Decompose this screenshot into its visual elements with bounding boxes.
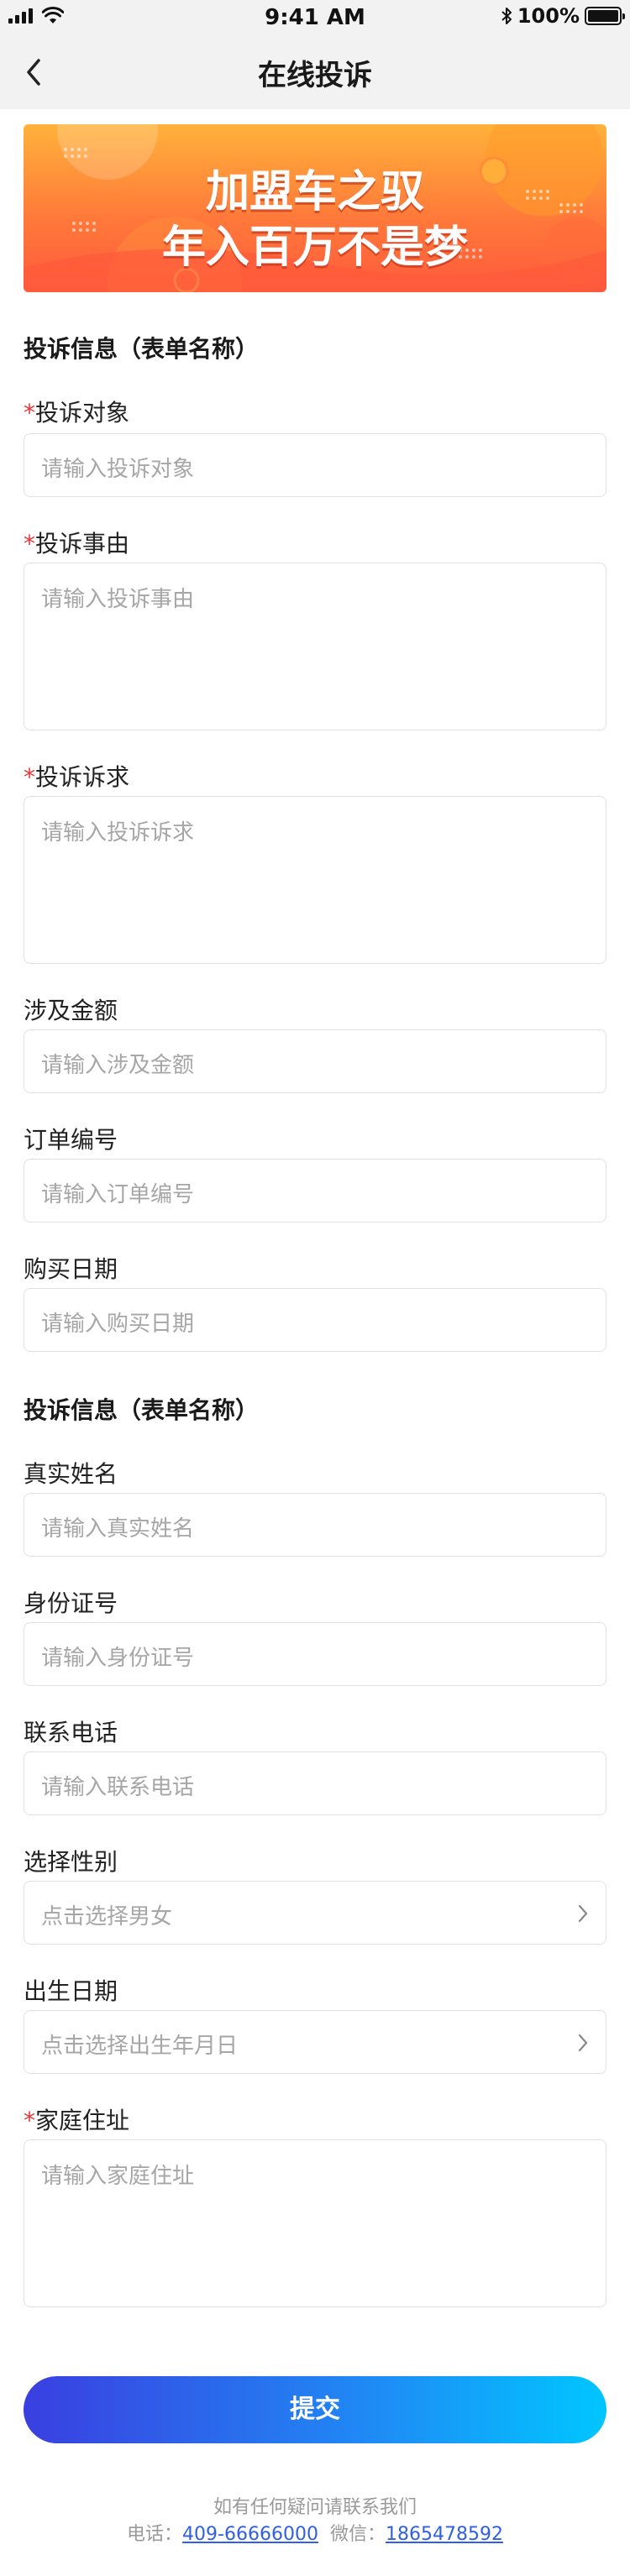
- gender-select[interactable]: 点击选择男女: [24, 1881, 606, 1945]
- purchase-date-label: 购买日期: [24, 1255, 118, 1283]
- required-mark: *: [24, 399, 35, 427]
- phone-placeholder: 请输入联系电话: [41, 1775, 195, 1800]
- section-title: 投诉信息（表单名称）: [24, 335, 260, 363]
- section-title: 投诉信息（表单名称）: [24, 1396, 260, 1424]
- gender-placeholder: 点击选择男女: [41, 1904, 173, 1929]
- reason-textarea[interactable]: 请输入投诉事由: [24, 563, 606, 730]
- promo-banner[interactable]: 加盟车之驭 年入百万不是梦: [24, 124, 606, 292]
- battery-icon: [585, 7, 625, 25]
- reason-label: *投诉事由: [24, 526, 129, 559]
- target-input[interactable]: 请输入投诉对象: [24, 433, 606, 497]
- wechat-label: 微信：: [329, 2524, 386, 2545]
- demand-label: *投诉诉求: [24, 759, 129, 793]
- address-textarea[interactable]: 请输入家庭住址: [24, 2139, 606, 2307]
- order-no-placeholder: 请输入订单编号: [41, 1182, 195, 1207]
- phone-label: 电话：: [127, 2524, 183, 2545]
- required-mark: *: [24, 763, 35, 791]
- nav-bar: 在线投诉: [0, 34, 630, 109]
- gender-label: 选择性别: [24, 1848, 118, 1876]
- required-mark: *: [24, 2107, 35, 2134]
- birth-date-placeholder: 点击选择出生年月日: [41, 2034, 239, 2059]
- id-no-input[interactable]: 请输入身份证号: [24, 1622, 606, 1686]
- phone-link[interactable]: 409-66666000: [182, 2524, 318, 2545]
- demand-placeholder: 请输入投诉诉求: [41, 820, 195, 846]
- birth-date-label: 出生日期: [24, 1977, 118, 2005]
- order-no-input[interactable]: 请输入订单编号: [24, 1159, 606, 1223]
- reason-label-text: 投诉事由: [35, 530, 130, 558]
- demand-label-text: 投诉诉求: [35, 763, 130, 791]
- footer-contact-info: 电话：409-66666000 微信：1865478592: [0, 2519, 630, 2546]
- demand-textarea[interactable]: 请输入投诉诉求: [24, 796, 606, 964]
- amount-input[interactable]: 请输入涉及金额: [24, 1029, 606, 1093]
- reason-placeholder: 请输入投诉事由: [41, 587, 195, 612]
- purchase-date-placeholder: 请输入购买日期: [41, 1312, 195, 1337]
- phone-input[interactable]: 请输入联系电话: [24, 1751, 606, 1815]
- id-no-label: 身份证号: [24, 1589, 118, 1617]
- phone-label: 联系电话: [24, 1719, 118, 1746]
- chevron-right-icon: [578, 1904, 588, 1923]
- amount-label: 涉及金额: [24, 997, 118, 1024]
- birth-date-select[interactable]: 点击选择出生年月日: [24, 2010, 606, 2074]
- wechat-link[interactable]: 1865478592: [386, 2524, 503, 2545]
- order-no-label: 订单编号: [24, 1126, 118, 1154]
- banner-headline: 加盟车之驭: [205, 166, 424, 217]
- battery-percent: 100%: [517, 4, 580, 28]
- purchase-date-input[interactable]: 请输入购买日期: [24, 1288, 606, 1352]
- required-mark: *: [24, 530, 35, 558]
- target-label: *投诉对象: [24, 395, 129, 428]
- address-placeholder: 请输入家庭住址: [41, 2164, 195, 2189]
- id-no-placeholder: 请输入身份证号: [41, 1646, 195, 1671]
- amount-placeholder: 请输入涉及金额: [41, 1053, 195, 1078]
- real-name-placeholder: 请输入真实姓名: [41, 1516, 195, 1542]
- target-placeholder: 请输入投诉对象: [41, 457, 195, 482]
- submit-button[interactable]: 提交: [24, 2376, 606, 2443]
- footer-contact-note: 如有任何疑问请联系我们: [213, 2497, 417, 2518]
- banner-subheadline: 年入百万不是梦: [161, 222, 468, 273]
- bluetooth-icon: [501, 8, 512, 24]
- real-name-label: 真实姓名: [24, 1460, 118, 1488]
- real-name-input[interactable]: 请输入真实姓名: [24, 1493, 606, 1557]
- chevron-right-icon: [578, 2034, 588, 2052]
- address-label-text: 家庭住址: [35, 2107, 130, 2134]
- page-title: 在线投诉: [258, 59, 372, 92]
- status-bar: 9:41 AM 100%: [0, 0, 630, 34]
- target-label-text: 投诉对象: [35, 399, 130, 427]
- address-label: *家庭住址: [24, 2102, 129, 2136]
